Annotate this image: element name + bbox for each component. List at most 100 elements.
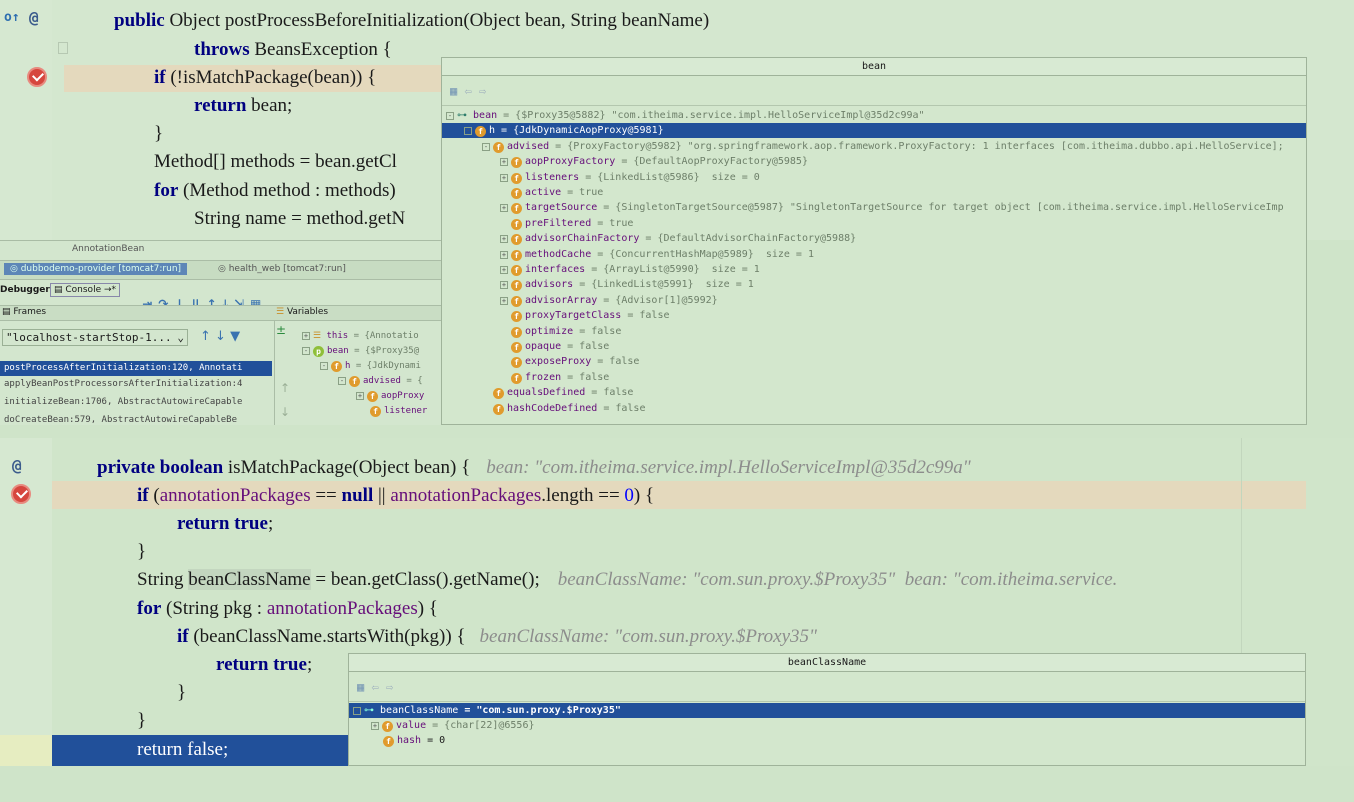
variable-name: hashCodeDefined (507, 402, 598, 414)
field-icon: f (511, 326, 522, 338)
inline-hint: beanClassName: "com.sun.proxy.$Proxy35" … (557, 569, 1118, 590)
variable-value: = "com.sun.proxy.$Proxy35" (458, 705, 621, 716)
variable-row[interactable]: f listener (370, 406, 427, 417)
frame-item[interactable]: applyBeanPostProcessorsAfterInitializati… (4, 379, 242, 389)
variable-row[interactable]: - f advised = { (338, 376, 423, 387)
frame-item[interactable]: initializeBean:1706, AbstractAutowireCap… (4, 397, 242, 407)
tree-row[interactable]: + f advisorChainFactory = {DefaultAdvisorC… (442, 231, 1306, 246)
variable-name: aopProxy (381, 391, 425, 401)
variable-name: this (326, 331, 349, 341)
code-text: == (310, 485, 342, 506)
field-icon: f (475, 126, 486, 138)
evaluate-icon[interactable]: ± (276, 323, 286, 337)
code-text: .length == (541, 485, 625, 506)
scroll-up-icon[interactable]: ↑ (280, 381, 290, 395)
tree-row[interactable]: f preFiltered = true (442, 216, 1306, 231)
variables-label: ☰ Variables (276, 307, 328, 317)
variable-icon: ⊶ (364, 705, 381, 716)
tree-row[interactable]: f equalsDefined = false (442, 385, 1306, 400)
keyword: if (177, 626, 189, 647)
tree-row[interactable]: + f listeners = {LinkedList@5986} size = 0 (442, 170, 1306, 185)
collapse-icon: - (482, 142, 490, 151)
code-text: ( (148, 485, 160, 506)
tree-row[interactable]: + f advisors = {LinkedList@5991} size = 1 (442, 277, 1306, 292)
down-arrow-icon[interactable]: ↓ (215, 329, 230, 344)
variable-name: advisorArray (525, 294, 598, 306)
tree-row[interactable]: - ⊶ bean = {$Proxy35@5882} "com.itheima.s… (442, 108, 1306, 123)
keyword: return (194, 95, 247, 116)
chevron-down-icon: ⌄ (177, 331, 184, 344)
variable-name: beanClassName (380, 705, 459, 716)
code-text: BeansException { (249, 39, 392, 60)
variable-value: = false (561, 371, 610, 383)
keyword: public (114, 10, 165, 31)
code-line-1: private boolean isMatchPackage(Object be… (97, 454, 971, 482)
code-text: (Method method : methods) (178, 180, 396, 201)
forward-arrow-icon[interactable]: ⇨ (479, 84, 486, 98)
annotation-icon[interactable]: @ (29, 8, 39, 27)
debugger-panel: AnnotationBean ◎ dubbodemo-provider [tom… (0, 240, 442, 425)
up-arrow-icon[interactable]: ↑ (200, 329, 215, 344)
variable-name: equalsDefined (507, 387, 586, 399)
tree-row[interactable]: f hash = 0 (349, 733, 1305, 748)
tree-row[interactable]: f frozen = false (442, 370, 1306, 385)
tree-row[interactable]: + f advisorArray = {Advisor[1]@5992} (442, 293, 1306, 308)
frame-item-selected[interactable]: postProcessAfterInitialization:120, Anno… (0, 361, 272, 376)
variable-value: = {ProxyFactory@5982} "org.springframewo… (549, 140, 1284, 152)
inline-hint: beanClassName: "com.sun.proxy.$Proxy35" (479, 626, 818, 647)
thread-select[interactable]: "localhost-startStop-1... ⌄ (2, 329, 188, 346)
tree-row[interactable]: f proxyTargetClass = false (442, 308, 1306, 323)
breakpoint-icon[interactable] (27, 67, 47, 87)
tab-dubbodemo-provider[interactable]: ◎ dubbodemo-provider [tomcat7:run] (4, 263, 188, 275)
tree-row[interactable]: f hashCodeDefined = false (442, 401, 1306, 416)
tree-row[interactable]: + f aopProxyFactory = {DefaultAopProxyFact… (442, 154, 1306, 169)
tree-row[interactable]: + f interfaces = {ArrayList@5990} size = 1 (442, 262, 1306, 277)
popup-title: beanClassName (349, 654, 1305, 672)
tree-row[interactable]: f optimize = false (442, 324, 1306, 339)
expand-icon: + (356, 392, 364, 400)
variable-name: value (396, 720, 427, 731)
tree-row-selected[interactable]: - ⊶ beanClassName = "com.sun.proxy.$Proxy… (349, 703, 1305, 718)
scroll-down-icon[interactable]: ↓ (280, 405, 290, 419)
bean-tree: - ⊶ bean = {$Proxy35@5882} "com.itheima.s… (442, 108, 1306, 418)
tree-row[interactable]: - f advised = {ProxyFactory@5982} "org.spr… (442, 139, 1306, 154)
back-arrow-icon[interactable]: ⇦ (371, 680, 385, 694)
forward-arrow-icon[interactable]: ⇨ (386, 680, 393, 694)
fold-icon[interactable] (58, 42, 68, 54)
variable-row[interactable]: + f aopProxy (356, 391, 424, 402)
variable-value: = {JdkDynami (350, 361, 421, 371)
variable-name: advisorChainFactory (525, 233, 640, 245)
variable-row[interactable]: - p bean = {$Proxy35@ (302, 346, 419, 357)
variable-value: = {DefaultAopProxyFactory@5985} (615, 156, 808, 168)
tree-row[interactable]: + f methodCache = {ConcurrentHashMap@5989}… (442, 247, 1306, 262)
tab-debugger[interactable]: Debugger (0, 285, 50, 295)
tab-label: health_web [tomcat7:run] (228, 264, 346, 274)
code-line-10: } (137, 710, 147, 731)
tree-row[interactable]: + f value = {char[22]@6556} (349, 718, 1305, 733)
variable-value: = false (585, 387, 634, 399)
popup-title: bean (442, 58, 1306, 76)
variable-name: active (525, 187, 562, 198)
variable-value: = { (400, 376, 423, 386)
code-line-2: if (annotationPackages == null || annota… (137, 482, 654, 510)
bean-inspect-popup: bean ▦ ⇦ ⇨ - ⊶ bean = {$Proxy35@5882} "co… (441, 57, 1307, 425)
tree-row[interactable]: + f targetSource = {SingletonTargetSource@… (442, 200, 1306, 215)
filter-icon[interactable]: ▼ (230, 329, 240, 344)
frame-item[interactable]: doCreateBean:579, AbstractAutowireCapabl… (4, 415, 237, 425)
field-icon: f (493, 141, 504, 153)
tree-row[interactable]: f exposeProxy = false (442, 354, 1306, 369)
expand-icon: - (302, 347, 310, 355)
navigate-icon[interactable]: ▦ (450, 84, 464, 98)
variable-row[interactable]: -fh = {JdkDynami (320, 361, 421, 372)
tab-health-web[interactable]: ◎ health_web [tomcat7:run] (218, 264, 346, 274)
variable-row[interactable]: + ☰ this = {Annotatio (302, 331, 419, 341)
tree-row-selected[interactable]: -fh = {JdkDynamicAopProxy@5981} (442, 123, 1306, 139)
variable-name: aopProxyFactory (525, 156, 616, 168)
code-text: ; (222, 739, 229, 760)
tree-row[interactable]: f active = true (442, 185, 1306, 200)
tree-row[interactable]: f opaque = false (442, 339, 1306, 354)
navigate-icon[interactable]: ▦ (357, 680, 371, 694)
code-text: (String pkg : (161, 598, 267, 619)
back-arrow-icon[interactable]: ⇦ (464, 84, 478, 98)
tab-console[interactable]: ▤ Console →* (50, 283, 121, 297)
